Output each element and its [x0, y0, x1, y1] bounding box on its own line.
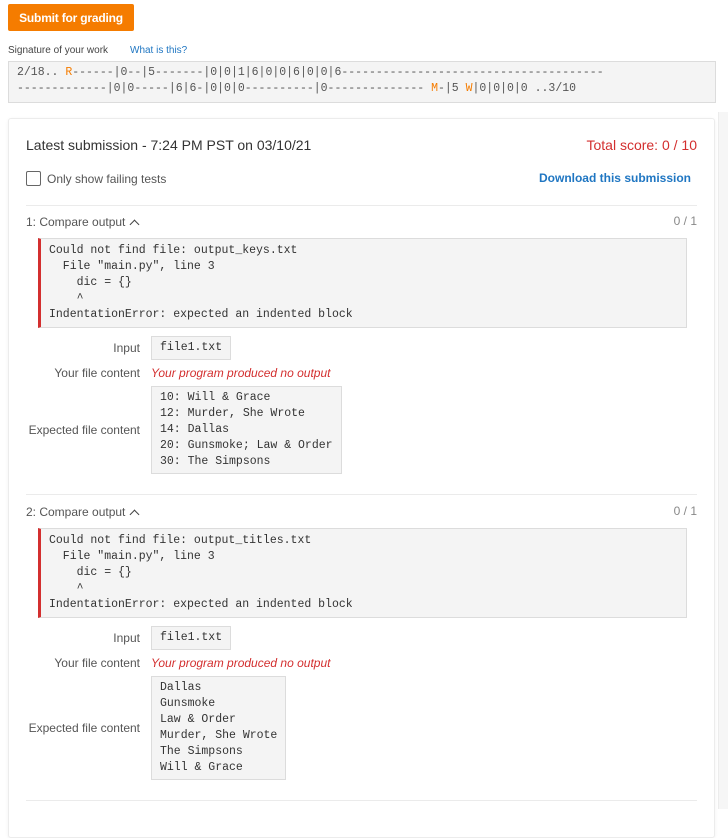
divider [26, 494, 697, 495]
chevron-up-icon [129, 219, 140, 229]
test-2-toggle[interactable]: 2: Compare output [26, 504, 140, 520]
test-1-expected-output: 10: Will & Grace 12: Murder, She Wrote 1… [151, 386, 342, 474]
signature-mark-w: W [465, 82, 473, 95]
test-2-score: 0 / 1 [673, 504, 697, 518]
total-score: Total score: 0 / 10 [586, 137, 697, 153]
test-1-input-row: Input file1.txt [26, 336, 697, 360]
your-file-content-label: Your file content [54, 366, 140, 380]
test-2-expected-output: Dallas Gunsmoke Law & Order Murder, She … [151, 676, 287, 780]
scrollbar[interactable] [718, 112, 728, 809]
download-submission-link[interactable]: Download this submission [539, 171, 691, 185]
what-is-this-link[interactable]: What is this? [130, 45, 187, 56]
divider [26, 205, 697, 206]
signature-line2-b: -|5 [437, 82, 466, 95]
failing-tests-label: Only show failing tests [47, 171, 167, 186]
failing-tests-checkbox[interactable] [26, 171, 41, 186]
test-2-error-output: Could not find file: output_titles.txt F… [38, 528, 687, 618]
test-case-1: 1: Compare output 0 / 1 Could not find f… [26, 214, 697, 474]
test-2-input-row: Input file1.txt [26, 626, 697, 650]
submit-for-grading-button[interactable]: Submit for grading [8, 4, 134, 31]
signature-box: 2/18.. R------|0--|5-------|0|0|1|6|0|0|… [8, 61, 716, 103]
test-2-input-value: file1.txt [151, 626, 232, 650]
signature-line1-prefix: 2/18.. [17, 66, 66, 79]
failing-tests-filter[interactable]: Only show failing tests [26, 171, 166, 186]
latest-submission-title: Latest submission - 7:24 PM PST on 03/10… [26, 137, 312, 153]
test-1-input-value: file1.txt [151, 336, 232, 360]
submission-card: Latest submission - 7:24 PM PST on 03/10… [8, 118, 715, 838]
signature-line2-a: -------------|0|0-----|6|6-|0|0|0-------… [17, 82, 432, 95]
divider [26, 800, 697, 801]
input-label: Input [113, 631, 140, 645]
signature-mark-m: M [431, 82, 438, 95]
your-file-content-label: Your file content [54, 656, 140, 670]
signature-header: Signature of your work What is this? [8, 45, 187, 56]
test-1-expected-row: Expected file content 10: Will & Grace 1… [26, 386, 697, 474]
signature-label: Signature of your work [8, 45, 109, 56]
test-2-expected-row: Expected file content Dallas Gunsmoke La… [26, 676, 697, 780]
expected-file-content-label: Expected file content [28, 423, 140, 437]
test-2-your-output: Your program produced no output [151, 656, 331, 670]
test-case-2: 2: Compare output 0 / 1 Could not find f… [26, 504, 697, 780]
test-2-your-row: Your file content Your program produced … [26, 656, 697, 670]
test-2-title: 2: Compare output [26, 505, 126, 519]
test-1-error-output: Could not find file: output_keys.txt Fil… [38, 238, 687, 328]
input-label: Input [113, 341, 140, 355]
chevron-up-icon [129, 509, 140, 519]
signature-line2-c: |0|0|0|0 ..3/10 [472, 82, 577, 95]
test-1-toggle[interactable]: 1: Compare output [26, 214, 140, 230]
expected-file-content-label: Expected file content [28, 721, 140, 735]
signature-line1-rest: ------|0--|5-------|0|0|1|6|0|0|6|0|0|6-… [72, 66, 604, 79]
test-1-your-output: Your program produced no output [151, 366, 331, 380]
test-1-score: 0 / 1 [673, 214, 697, 228]
test-1-your-row: Your file content Your program produced … [26, 366, 697, 380]
test-1-title: 1: Compare output [26, 215, 126, 229]
